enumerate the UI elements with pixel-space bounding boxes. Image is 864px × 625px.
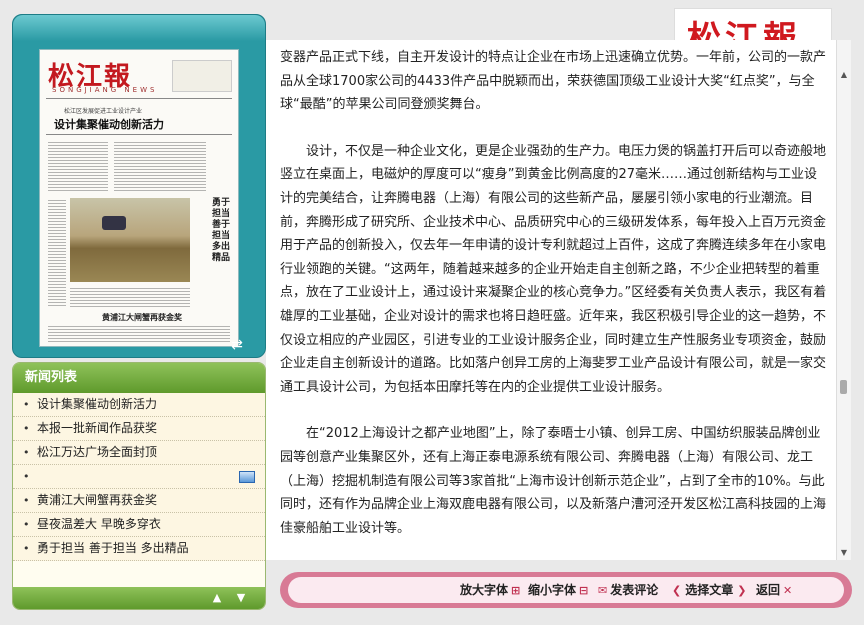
select-article-button[interactable]: ❮ 选择文章 ❯ [672, 577, 746, 603]
rule-line [46, 134, 232, 135]
minus-box-icon: ⊟ [579, 584, 589, 597]
chevron-right-icon: ❯ [737, 584, 747, 597]
zoom-out-button[interactable]: 缩小字体 ⊟ [528, 577, 588, 603]
text-block [48, 140, 108, 192]
news-list-title: 新闻列表 [13, 363, 265, 393]
article-body: 变器产品正式下线，自主开发设计的特点让企业在市场上迅速确立优势。一年前，公司的一… [280, 46, 828, 540]
scroll-down-icon[interactable]: ▼ [233, 591, 249, 605]
back-button[interactable]: 返回 ✕ [756, 577, 792, 603]
news-list-panel: 新闻列表 • 设计集聚催动创新活力 • 本报一批新闻作品获奖 • 松江万达广场全面封顶… [12, 362, 266, 610]
back-label: 返回 [756, 583, 781, 597]
plus-box-icon: ⊞ [511, 584, 521, 597]
article-content: 变器产品正式下线，自主开发设计的特点让企业在市场上迅速确立优势。一年前，公司的一… [266, 40, 836, 560]
article-scrollbar[interactable]: ▲ ▼ [836, 40, 851, 560]
newspaper-small-headline: 黄浦江大闸蟹再获金奖 [102, 313, 182, 322]
toolbar-inner: 放大字体 ⊞ 缩小字体 ⊟ ✉ 发表评论 ❮ 选择文章 ❯ 返回 ✕ [288, 577, 844, 603]
newspaper-headline: 设计集聚催动创新活力 [54, 118, 164, 131]
news-item-label: 本报一批新闻作品获奖 [37, 421, 158, 435]
article-paragraph: 在“2012上海设计之都产业地图”上，除了泰晤士小镇、创异工房、中国纺织服装品牌… [280, 426, 827, 536]
news-item-label: 黄浦江大闸蟹再获金奖 [37, 493, 158, 507]
news-item-label: 昼夜温差大 早晚多穿衣 [37, 517, 161, 531]
scroll-up-icon[interactable]: ▲ [209, 591, 225, 605]
zoom-in-label: 放大字体 [460, 583, 509, 597]
news-list: • 设计集聚催动创新活力 • 本报一批新闻作品获奖 • 松江万达广场全面封顶 • • 黄… [13, 393, 265, 561]
news-list-item[interactable]: • 勇于担当 善于担当 多出精品 [13, 537, 265, 561]
comment-label: 发表评论 [610, 583, 659, 597]
scroll-thumb[interactable] [840, 380, 847, 394]
news-list-footer: ▲ ▼ [13, 587, 265, 609]
bullet-icon: • [23, 398, 30, 411]
newspaper-kicker: 松江区发展促进工业设计产业 [64, 108, 143, 115]
select-article-label: 选择文章 [685, 583, 734, 597]
envelope-icon: ✉ [598, 584, 608, 597]
newspaper-info-box [172, 60, 232, 92]
comment-button[interactable]: ✉ 发表评论 [598, 577, 658, 603]
article-toolbar: 放大字体 ⊞ 缩小字体 ⊟ ✉ 发表评论 ❮ 选择文章 ❯ 返回 ✕ [280, 572, 852, 608]
bullet-icon: • [23, 446, 30, 459]
image-icon[interactable] [239, 471, 255, 483]
news-list-item[interactable]: • 松江万达广场全面封顶 [13, 441, 265, 465]
news-list-item[interactable]: • [13, 465, 265, 489]
newspaper-panel: 松江報 SONGJIANG NEWS 松江区发展促进工业设计产业 设计集聚催动创… [12, 14, 266, 358]
newspaper-masthead-sub: SONGJIANG NEWS [52, 86, 158, 94]
newspaper-page-thumbnail[interactable]: 松江報 SONGJIANG NEWS 松江区发展促进工业设计产业 设计集聚催动创… [39, 49, 239, 347]
bullet-icon: • [23, 494, 30, 507]
article-paragraph: 设计，不仅是一种企业文化，更是企业强劲的生产力。电压力煲的锅盖打开后可以奇迹般地… [280, 143, 827, 395]
bullet-icon: • [23, 422, 30, 435]
zoom-out-label: 缩小字体 [528, 583, 577, 597]
refresh-icon[interactable]: ⇄ [225, 337, 249, 353]
text-block [48, 198, 66, 306]
article-paragraph: 变器产品正式下线，自主开发设计的特点让企业在市场上迅速确立优势。一年前，公司的一… [280, 50, 827, 113]
scroll-up-arrow-icon[interactable]: ▲ [839, 70, 849, 80]
rule-line [46, 98, 232, 99]
news-list-item[interactable]: • 黄浦江大闸蟹再获金奖 [13, 489, 265, 513]
scroll-down-arrow-icon[interactable]: ▼ [839, 548, 849, 558]
news-list-item[interactable]: • 本报一批新闻作品获奖 [13, 417, 265, 441]
newspaper-panel-header [13, 15, 265, 41]
text-block [70, 286, 190, 308]
text-block [114, 140, 206, 192]
bullet-icon: • [23, 542, 30, 555]
text-block [48, 324, 230, 342]
news-list-item[interactable]: • 昼夜温差大 早晚多穿衣 [13, 513, 265, 537]
close-icon: ✕ [783, 584, 793, 597]
news-list-item[interactable]: • 设计集聚催动创新活力 [13, 393, 265, 417]
newspaper-side-headline: 勇于担当 善于担当 多出精品 [212, 198, 231, 263]
chevron-left-icon: ❮ [672, 584, 682, 597]
news-item-label: 勇于担当 善于担当 多出精品 [37, 541, 189, 555]
news-item-label: 设计集聚催动创新活力 [37, 397, 158, 411]
newspaper-photo [70, 198, 190, 282]
bullet-icon: • [23, 518, 30, 531]
zoom-in-button[interactable]: 放大字体 ⊞ [460, 577, 520, 603]
news-item-label: 松江万达广场全面封顶 [37, 445, 158, 459]
bullet-icon: • [23, 470, 30, 483]
tractor-shape [102, 216, 126, 230]
